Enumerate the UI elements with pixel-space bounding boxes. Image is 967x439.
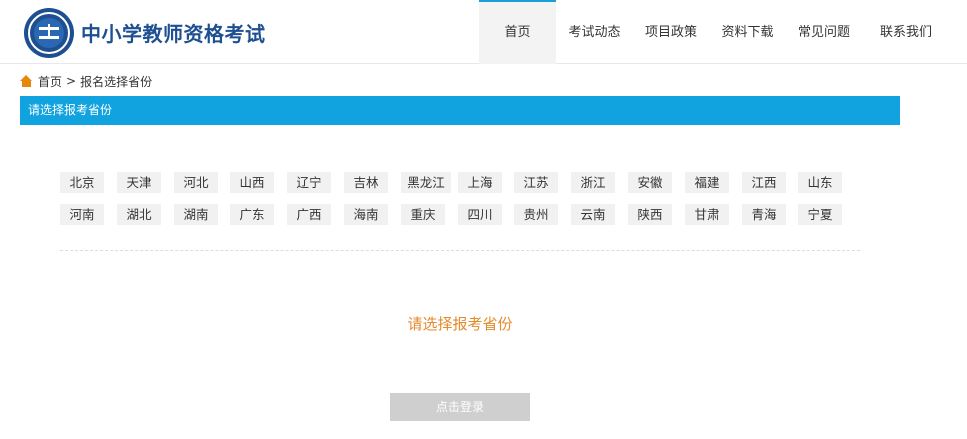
province-item[interactable]: 贵州 xyxy=(514,204,558,225)
province-item[interactable]: 河北 xyxy=(174,172,218,193)
province-item[interactable]: 甘肃 xyxy=(685,204,729,225)
breadcrumb-current: 报名选择省份 xyxy=(80,74,153,89)
province-item[interactable]: 辽宁 xyxy=(287,172,331,193)
section-title-bar: 请选择报考省份 xyxy=(20,96,900,125)
breadcrumb-separator: > xyxy=(66,74,77,88)
province-item[interactable]: 陕西 xyxy=(628,204,672,225)
breadcrumb-home[interactable]: 首页 xyxy=(38,73,62,90)
province-item[interactable]: 四川 xyxy=(458,204,502,225)
nav-item-exam-news[interactable]: 考试动态 xyxy=(556,0,633,64)
province-item[interactable]: 青海 xyxy=(742,204,786,225)
province-item[interactable]: 浙江 xyxy=(571,172,615,193)
province-item[interactable]: 山东 xyxy=(798,172,842,193)
province-item[interactable]: 重庆 xyxy=(401,204,445,225)
nav-item-faq[interactable]: 常见问题 xyxy=(786,0,862,64)
province-item[interactable]: 海南 xyxy=(344,204,388,225)
province-item[interactable]: 云南 xyxy=(571,204,615,225)
province-item[interactable]: 黑龙江 xyxy=(401,172,451,193)
site-header: 中小学教师资格考试 首页 考试动态 项目政策 资料下载 常见问题 联系我们 xyxy=(0,0,967,64)
province-item[interactable]: 山西 xyxy=(230,172,274,193)
emblem-logo-icon[interactable] xyxy=(24,8,74,58)
province-item[interactable]: 天津 xyxy=(117,172,161,193)
province-item[interactable]: 江西 xyxy=(742,172,786,193)
nav-item-home[interactable]: 首页 xyxy=(479,0,556,64)
province-item[interactable]: 吉林 xyxy=(344,172,388,193)
province-item[interactable]: 广东 xyxy=(230,204,274,225)
province-item[interactable]: 北京 xyxy=(60,172,104,193)
province-item[interactable]: 江苏 xyxy=(514,172,558,193)
select-province-prompt: 请选择报考省份 xyxy=(407,315,513,333)
province-item[interactable]: 湖北 xyxy=(117,204,161,225)
province-item[interactable]: 福建 xyxy=(685,172,729,193)
breadcrumb: 首页 > 报名选择省份 xyxy=(20,72,152,90)
site-title[interactable]: 中小学教师资格考试 xyxy=(81,18,266,47)
province-item[interactable]: 河南 xyxy=(60,204,104,225)
province-item[interactable]: 广西 xyxy=(287,204,331,225)
home-icon xyxy=(20,75,33,87)
province-item[interactable]: 湖南 xyxy=(174,204,218,225)
login-button[interactable]: 点击登录 xyxy=(390,393,530,421)
nav-item-downloads[interactable]: 资料下载 xyxy=(709,0,786,64)
divider xyxy=(60,250,860,251)
main-nav: 首页 考试动态 项目政策 资料下载 常见问题 联系我们 xyxy=(479,0,950,64)
nav-item-policy[interactable]: 项目政策 xyxy=(633,0,709,64)
province-item[interactable]: 安徽 xyxy=(628,172,672,193)
nav-item-contact[interactable]: 联系我们 xyxy=(862,0,950,64)
province-item[interactable]: 上海 xyxy=(458,172,502,193)
province-item[interactable]: 宁夏 xyxy=(798,204,842,225)
